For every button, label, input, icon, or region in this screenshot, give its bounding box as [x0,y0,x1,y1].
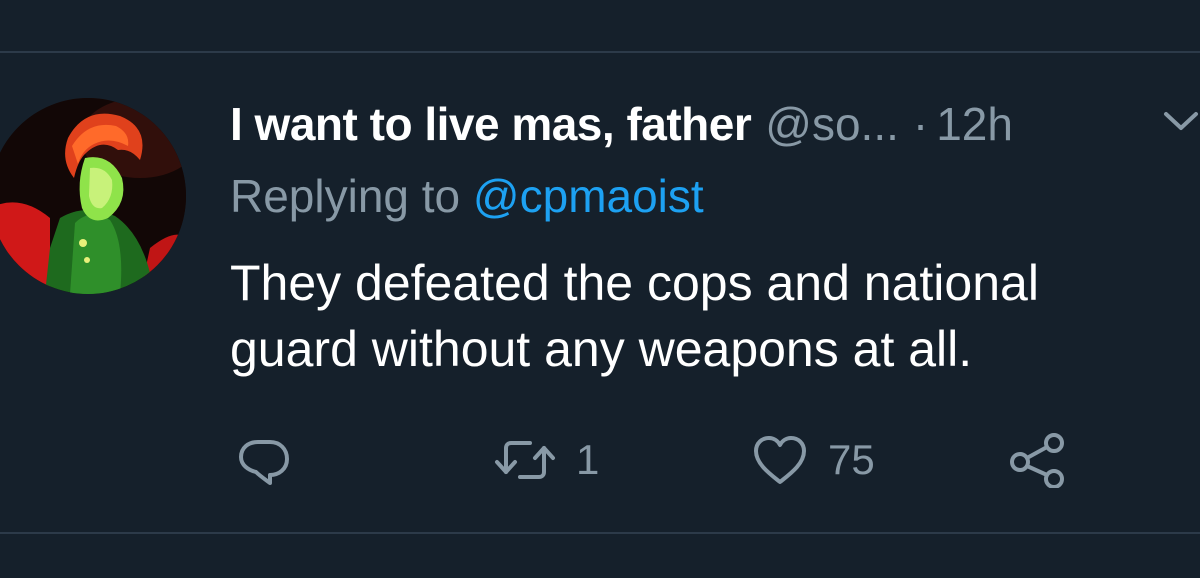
author-handle[interactable]: @so... [765,96,899,152]
header-separator: · [912,98,929,150]
share-icon [1010,433,1064,488]
reply-button[interactable] [236,430,292,490]
top-divider [0,51,1200,53]
share-button[interactable] [1008,430,1068,490]
author-display-name[interactable]: I want to live mas, father [230,96,752,152]
chevron-down-icon [1164,112,1198,130]
like-button[interactable]: 75 [750,430,875,490]
replying-to-mention[interactable]: @cpmaoist [473,170,704,222]
replying-to: Replying to @cpmaoist [230,168,704,224]
avatar[interactable] [0,98,186,294]
tweet-text: They defeated the cops and national guar… [230,255,1039,377]
retweet-icon [495,441,555,479]
tweet-header: I want to live mas, father @so... · 12h [230,96,1013,152]
replying-to-label: Replying to [230,170,461,222]
bottom-divider [0,532,1200,534]
retweet-button[interactable]: 1 [492,430,599,490]
retweet-count: 1 [576,436,600,483]
tweet-menu-button[interactable] [1162,108,1200,138]
heart-icon [754,436,806,484]
like-count: 75 [828,436,875,483]
tweet-timestamp[interactable]: 12h [936,96,1013,152]
avatar-image [0,98,186,294]
reply-icon [239,440,289,485]
tweet-actions: 1 75 [0,430,1200,490]
